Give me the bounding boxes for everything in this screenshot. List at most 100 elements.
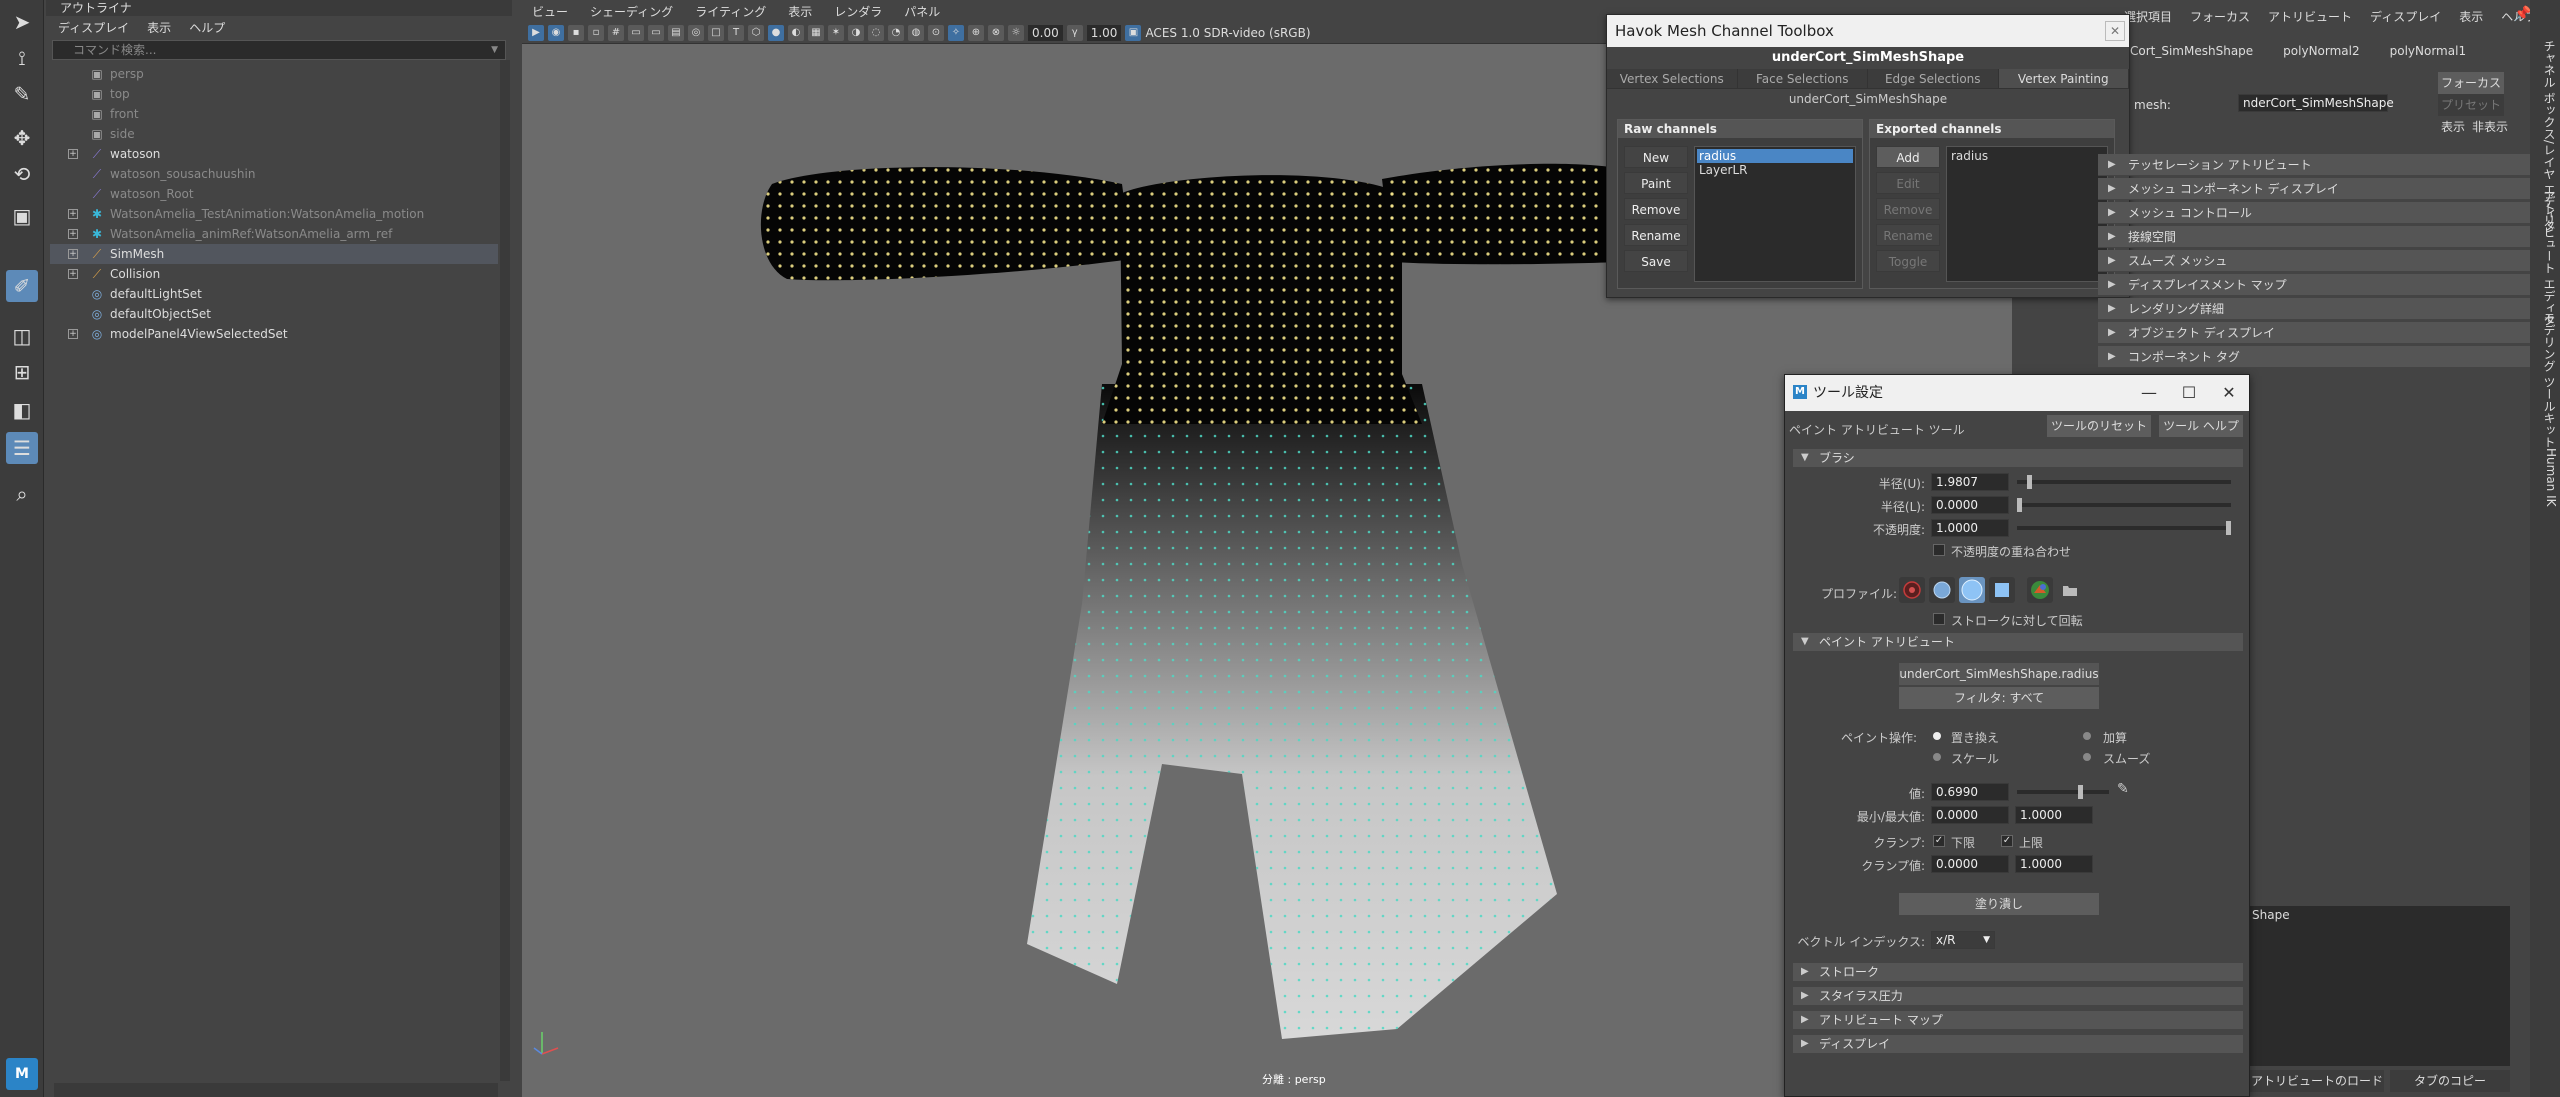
attr-tab-polynormal2[interactable]: polyNormal2 (2283, 44, 2359, 58)
outliner-scrollbar[interactable] (500, 60, 510, 1081)
outliner-item[interactable]: ⟋ watoson_sousachuushin (50, 164, 498, 184)
attr-menu-attributes[interactable]: アトリビュート (2268, 8, 2352, 25)
attr-section[interactable]: ▶ ディスプレイスメント マップ (2098, 274, 2530, 296)
raw-remove-button[interactable]: Remove (1624, 198, 1688, 220)
flood-button[interactable]: 塗り潰し (1899, 893, 2099, 915)
outliner-menu-help[interactable]: ヘルプ (189, 19, 225, 36)
op-smooth-radio[interactable] (2083, 753, 2091, 761)
maximize-icon[interactable]: ☐ (2169, 375, 2209, 411)
min-value-field[interactable]: 0.0000 (1931, 806, 2009, 824)
exported-rename-button[interactable]: Rename (1876, 224, 1940, 246)
select-tool-icon[interactable]: ➤ (6, 6, 38, 38)
attr-section[interactable]: ▶ メッシュ コントロール (2098, 202, 2530, 224)
outliner-item[interactable]: + ⟋ Collision (50, 264, 498, 284)
tab-edge-selections[interactable]: Edge Selections (1868, 69, 1999, 88)
raw-paint-button[interactable]: Paint (1624, 172, 1688, 194)
wireframe-icon[interactable]: ⬡ (748, 24, 764, 41)
attr-tab-polynormal1[interactable]: polyNormal1 (2390, 44, 2466, 58)
value-slider[interactable] (2017, 785, 2109, 799)
expand-icon[interactable]: + (68, 229, 78, 239)
tab-face-selections[interactable]: Face Selections (1737, 69, 1868, 88)
attr-section[interactable]: ▶ 接線空間 (2098, 226, 2530, 248)
brush-section-header[interactable]: ▼ ブラシ (1793, 449, 2243, 467)
side-tab-modeling-toolkit[interactable]: モデリング ツールキット (2541, 312, 2558, 448)
lights-icon[interactable]: ✶ (828, 24, 844, 41)
smooth-shade-icon[interactable]: ● (768, 24, 784, 41)
op-replace-radio[interactable] (1933, 732, 1941, 740)
colorspace-label[interactable]: ACES 1.0 SDR-video (sRGB) (1145, 26, 1310, 40)
aa-icon[interactable]: ◍ (908, 24, 924, 41)
attr-section[interactable]: ▶ レンダリング詳細 (2098, 298, 2530, 320)
attr-menu-select[interactable]: 選択項目 (2124, 8, 2172, 25)
expand-icon[interactable]: + (68, 249, 78, 259)
op-scale-radio[interactable] (1933, 753, 1941, 761)
tool-footer-section[interactable]: ▶ ディスプレイ (1793, 1035, 2243, 1053)
max-value-field[interactable]: 1.0000 (2015, 806, 2093, 824)
profile-gaussian-icon[interactable] (1899, 577, 1925, 603)
show-button[interactable]: 表示 (2438, 116, 2468, 138)
outliner-item[interactable]: ▣ persp (50, 64, 498, 84)
clamp-upper-checkbox[interactable]: ✓ (2001, 835, 2013, 847)
raw-save-button[interactable]: Save (1624, 250, 1688, 272)
xray-components-icon[interactable]: ⊗ (988, 24, 1004, 41)
camera-attr-icon[interactable]: ◉ (548, 24, 564, 41)
outliner-item[interactable]: ⟋ watoson_Root (50, 184, 498, 204)
opacity-slider[interactable] (2017, 521, 2231, 535)
attr-section[interactable]: ▶ テッセレーション アトリビュート (2098, 154, 2530, 176)
single-view-icon[interactable]: ◫ (6, 320, 38, 352)
radius-u-field[interactable]: 1.9807 (1931, 473, 2009, 491)
copy-tab-button[interactable]: タブのコピー (2390, 1070, 2510, 1092)
folder-icon[interactable] (2057, 577, 2083, 603)
tab-vertex-painting[interactable]: Vertex Painting (1998, 69, 2129, 88)
outliner-item[interactable]: + ✱ WatsonAmelia_animRef:WatsonAmelia_arm_… (50, 224, 498, 244)
attr-section[interactable]: ▶ メッシュ コンポーネント ディスプレイ (2098, 178, 2530, 200)
paint-attribute-section-header[interactable]: ▼ ペイント アトリビュート (1793, 633, 2243, 651)
outliner-item[interactable]: ◎ defaultObjectSet (50, 304, 498, 324)
two-view-icon[interactable]: ◧ (6, 394, 38, 426)
expand-icon[interactable]: + (68, 149, 78, 159)
gate-mask-icon[interactable]: ▤ (668, 24, 684, 41)
attr-menu-show[interactable]: 表示 (2459, 8, 2483, 25)
ssao-icon[interactable]: ◌ (868, 24, 884, 41)
clamp-max-field[interactable]: 1.0000 (2015, 855, 2093, 873)
expand-icon[interactable]: + (68, 329, 78, 339)
safe-title-icon[interactable]: T (728, 24, 744, 41)
focus-button[interactable]: フォーカス (2438, 72, 2504, 94)
vector-index-select[interactable]: x/R ▼ (1931, 931, 1995, 949)
pin-icon[interactable]: 📌 (2514, 6, 2531, 22)
profile-solid-icon[interactable] (1959, 577, 1985, 603)
eyedropper-icon[interactable]: ✎ (2117, 781, 2129, 797)
mesh-name-field[interactable]: nderCort_SimMeshShape (2238, 94, 2394, 112)
raw-channel-item[interactable]: radius (1697, 149, 1853, 163)
outliner-hscrollbar[interactable] (54, 1083, 498, 1097)
hide-button[interactable]: 非表示 (2470, 116, 2510, 138)
bookmark-icon[interactable]: ▪ (568, 24, 584, 41)
vp-menu-lighting[interactable]: ライティング (695, 3, 766, 20)
filter-button[interactable]: フィルタ: すべて (1899, 687, 2099, 709)
outliner-item[interactable]: + ⟋ SimMesh (50, 244, 498, 264)
accumulate-opacity-checkbox[interactable] (1933, 544, 1945, 556)
wire-on-shaded-icon[interactable]: ◐ (788, 24, 804, 41)
minimize-icon[interactable]: — (2129, 375, 2169, 411)
isolate-icon[interactable]: ⊙ (928, 24, 944, 41)
outliner-search-input[interactable]: コマンド検索... ▼ (52, 40, 506, 60)
vp-menu-renderer[interactable]: レンダラ (834, 3, 882, 20)
xray-joints-icon[interactable]: ⊕ (968, 24, 984, 41)
attr-menu-display[interactable]: ディスプレイ (2370, 8, 2441, 25)
search-dropdown-icon[interactable]: ▼ (491, 41, 498, 59)
attr-section[interactable]: ▶ オブジェクト ディスプレイ (2098, 322, 2530, 344)
clamp-min-field[interactable]: 0.0000 (1931, 855, 2009, 873)
outliner-item[interactable]: ▣ side (50, 124, 498, 144)
side-tab-attribute-editor[interactable]: アトリビュート エディタ (2541, 190, 2558, 326)
expand-icon[interactable]: + (68, 209, 78, 219)
gamma-field[interactable]: 1.00 (1086, 24, 1122, 41)
close-icon[interactable]: ✕ (2209, 375, 2249, 411)
preset-button[interactable]: プリセット (2438, 94, 2504, 116)
paint-attribute-tool-icon[interactable]: ✐ (6, 270, 38, 302)
expand-icon[interactable]: + (68, 269, 78, 279)
profile-soft-icon[interactable] (1929, 577, 1955, 603)
grid-icon[interactable]: # (608, 24, 624, 41)
tool-help-button[interactable]: ツール ヘルプ (2159, 415, 2243, 437)
paint-select-icon[interactable]: ✎ (6, 78, 38, 110)
profile-square-icon[interactable] (1989, 577, 2015, 603)
